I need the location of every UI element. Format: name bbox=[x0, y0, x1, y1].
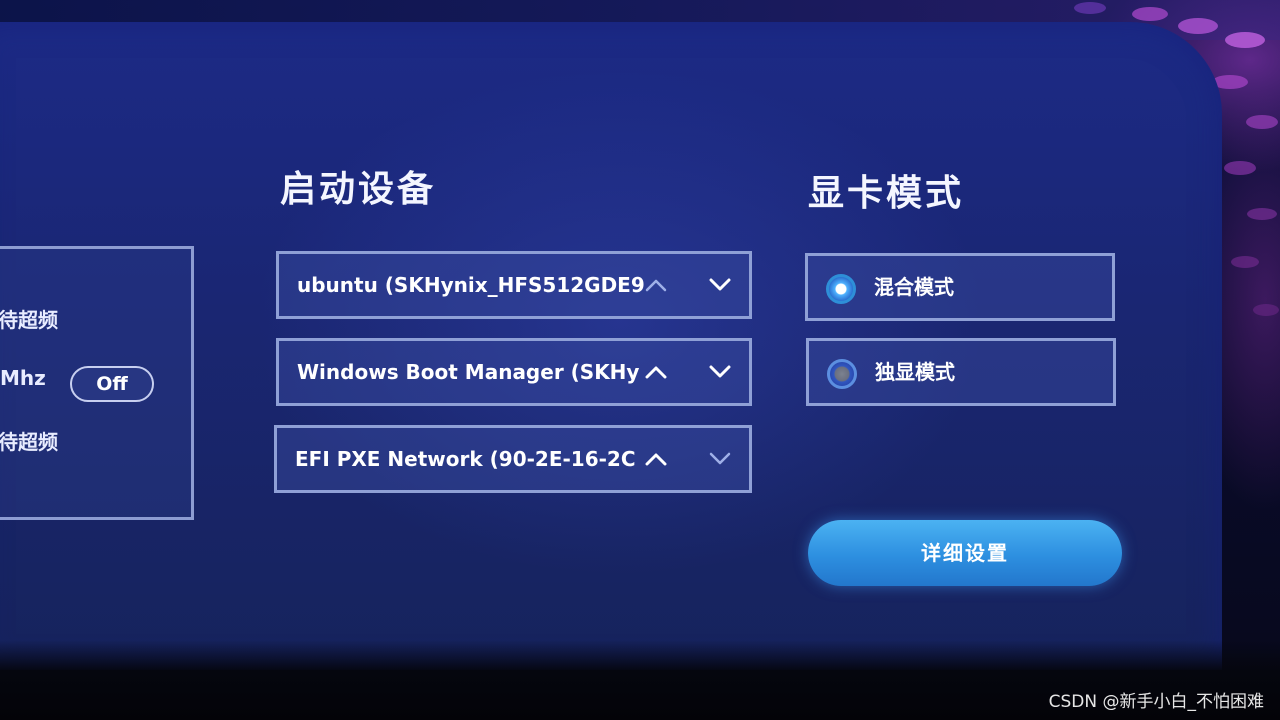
boot-device-row[interactable]: ubuntu (SKHynix_HFS512GDE9 bbox=[276, 251, 752, 319]
boot-device-label: ubuntu (SKHynix_HFS512GDE9 bbox=[297, 273, 645, 297]
gpu-mode-option-hybrid[interactable]: 混合模式 bbox=[805, 253, 1115, 321]
overclock-toggle[interactable]: Off bbox=[70, 366, 154, 402]
radio-unselected-icon[interactable] bbox=[827, 359, 857, 389]
chevron-up-icon[interactable] bbox=[639, 268, 673, 302]
gpu-mode-label: 混合模式 bbox=[874, 275, 954, 299]
chevron-down-icon[interactable] bbox=[703, 442, 737, 476]
boot-device-row[interactable]: EFI PXE Network (90-2E-16-2C bbox=[274, 425, 752, 493]
overclock-label: 待超频 bbox=[0, 308, 58, 332]
boot-device-label: Windows Boot Manager (SKHy bbox=[297, 360, 640, 384]
boot-devices-title: 启动设备 bbox=[280, 169, 437, 210]
photo-frame: 待超频 Mhz Off 待超频 启动设备 ubuntu (SKHynix_HFS… bbox=[0, 0, 1280, 720]
boot-device-label: EFI PXE Network (90-2E-16-2C bbox=[295, 447, 636, 471]
frequency-unit-label: Mhz bbox=[0, 366, 46, 390]
gpu-mode-title: 显卡模式 bbox=[808, 173, 965, 214]
watermark: CSDN @新手小白_不怕困难 bbox=[1048, 692, 1264, 712]
overclock-label-2: 待超频 bbox=[0, 430, 58, 454]
chevron-down-icon[interactable] bbox=[703, 268, 737, 302]
detail-settings-button[interactable]: 详细设置 bbox=[808, 520, 1122, 586]
radio-selected-icon[interactable] bbox=[826, 274, 856, 304]
gpu-mode-label: 独显模式 bbox=[875, 360, 955, 384]
chevron-up-icon[interactable] bbox=[639, 442, 673, 476]
chevron-up-icon[interactable] bbox=[639, 355, 673, 389]
chevron-down-icon[interactable] bbox=[703, 355, 737, 389]
boot-device-row[interactable]: Windows Boot Manager (SKHy bbox=[276, 338, 752, 406]
gpu-mode-option-discrete[interactable]: 独显模式 bbox=[806, 338, 1116, 406]
